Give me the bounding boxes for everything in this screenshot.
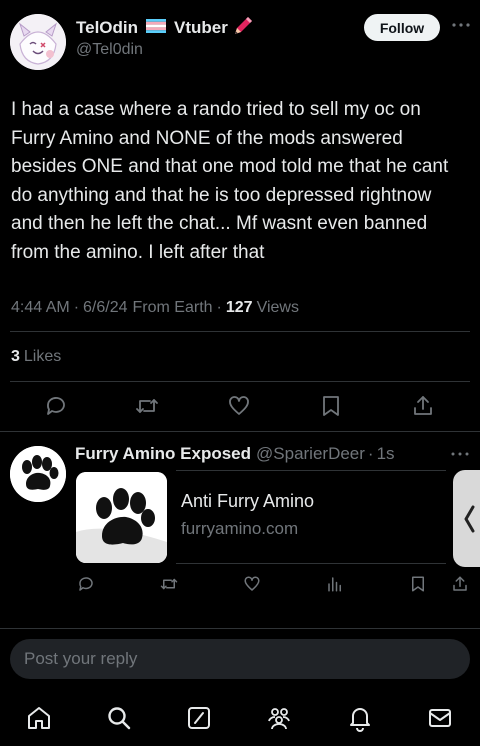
paw-icon — [76, 472, 167, 563]
views-icon[interactable] — [326, 575, 344, 593]
divider — [10, 331, 470, 332]
notifications-icon[interactable] — [346, 704, 374, 732]
bookmark-icon[interactable] — [409, 575, 427, 593]
reply-icon[interactable] — [77, 575, 95, 593]
like-icon[interactable] — [227, 394, 251, 418]
tweet-meta: 4:44 AM · 6/6/24 From Earth · 127 Views — [11, 299, 299, 316]
communities-icon[interactable] — [265, 704, 293, 732]
reply-more-options-icon[interactable] — [450, 447, 470, 459]
tweet-text: I had a case where a rando tried to sell… — [11, 99, 449, 263]
author-avatar[interactable] — [10, 14, 66, 70]
chevron-left-icon — [464, 505, 475, 532]
divider — [176, 470, 446, 471]
messages-icon[interactable] — [426, 704, 454, 732]
home-icon[interactable] — [25, 704, 53, 732]
reply-input-placeholder: Post your reply — [24, 649, 138, 668]
reply-display-name[interactable]: Furry Amino Exposed — [75, 444, 251, 464]
bookmark-icon[interactable] — [319, 394, 343, 418]
link-card-domain[interactable]: furryamino.com — [181, 519, 298, 539]
author-name-line[interactable]: TelOdin Vtuber — [76, 15, 254, 42]
reply-time: 1s — [376, 444, 395, 463]
follow-button-label: Follow — [379, 19, 425, 36]
reply-icon[interactable] — [44, 394, 68, 418]
likes-count: 3 — [11, 348, 20, 365]
author-handle[interactable]: @Tel0din — [76, 41, 143, 59]
divider — [0, 628, 480, 629]
author-display-name: TelOdin — [76, 18, 139, 37]
likes-label: Likes — [23, 348, 62, 365]
share-icon[interactable] — [451, 575, 469, 593]
side-panel-handle[interactable] — [453, 470, 480, 567]
reply-avatar[interactable] — [10, 446, 66, 502]
tweet-date: 6/6/24 — [83, 299, 128, 316]
more-options-icon[interactable] — [450, 18, 472, 32]
repost-icon[interactable] — [160, 575, 178, 593]
repost-icon[interactable] — [135, 394, 159, 418]
divider — [10, 381, 470, 382]
like-icon[interactable] — [243, 575, 261, 593]
link-card-title[interactable]: Anti Furry Amino — [181, 491, 314, 512]
reply-composer[interactable]: Post your reply — [10, 639, 470, 679]
views-count: 127 — [225, 299, 253, 316]
follow-button[interactable]: Follow — [364, 14, 440, 41]
reply-header: Furry Amino Exposed @SparierDeer · 1s — [75, 444, 395, 464]
divider — [0, 431, 480, 432]
link-card-thumbnail[interactable] — [76, 472, 167, 563]
reply-handle[interactable]: @SparierDeer — [256, 444, 365, 464]
tweet-time: 4:44 AM — [11, 299, 70, 316]
pencil-icon — [232, 15, 254, 42]
search-icon[interactable] — [105, 704, 133, 732]
trans-flag-icon — [146, 18, 167, 38]
share-icon[interactable] — [411, 394, 435, 418]
views-label: Views — [256, 299, 299, 316]
likes-stat[interactable]: 3 Likes — [11, 346, 61, 368]
author-name-suffix: Vtuber — [174, 18, 228, 37]
paw-icon — [10, 446, 66, 502]
grok-icon[interactable] — [185, 704, 213, 732]
avatar-art-icon — [10, 14, 66, 70]
tweet-source: From Earth — [132, 299, 213, 316]
divider — [176, 563, 446, 564]
